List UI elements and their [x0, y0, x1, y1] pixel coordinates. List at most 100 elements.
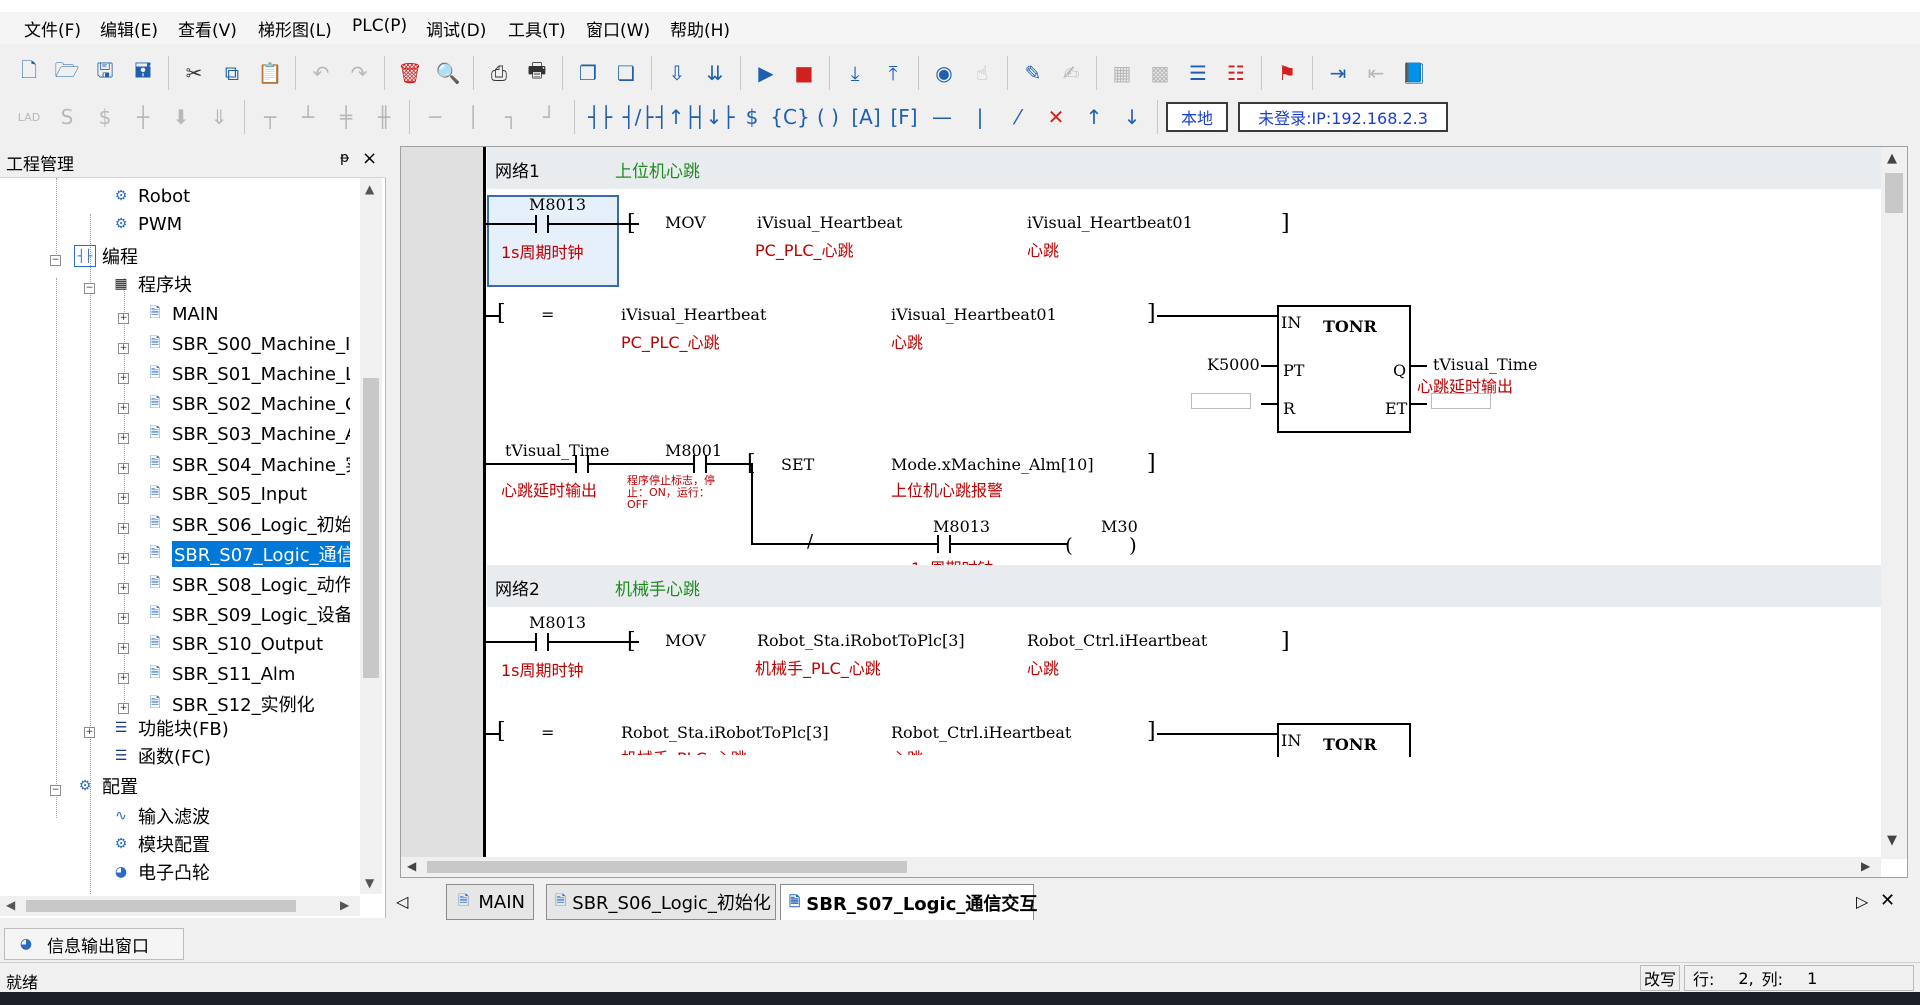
scroll-thumb[interactable] — [26, 900, 296, 912]
script-icon[interactable]: $ — [88, 99, 122, 135]
expand-icon[interactable]: + — [118, 703, 129, 714]
collapse-icon[interactable]: − — [84, 283, 95, 294]
scroll-down-icon[interactable]: ▼ — [365, 876, 374, 890]
menu-tools[interactable]: 工具(T) — [508, 16, 566, 41]
function-a-icon[interactable]: [A] — [849, 99, 883, 135]
tree-item-subroutine[interactable]: 🗎 SBR_S09_Logic_设备I — [144, 600, 350, 628]
arrow-down-icon[interactable]: ⬇ — [164, 99, 198, 135]
operand[interactable]: Robot_Ctrl.iHeartbeat — [1027, 631, 1207, 650]
scroll-thumb[interactable] — [427, 861, 907, 873]
logout-icon[interactable]: ⇤ — [1359, 55, 1393, 91]
grid-alt-icon[interactable]: ▩ — [1143, 55, 1177, 91]
operand[interactable]: Robot_Ctrl.iHeartbeat — [891, 723, 1071, 742]
wire-diag-icon[interactable]: ⁄ — [1001, 99, 1035, 135]
login-status-button[interactable]: 未登录:IP:192.168.2.3 — [1238, 102, 1448, 132]
scroll-thumb[interactable] — [1885, 173, 1903, 213]
hline-icon[interactable]: ─ — [418, 99, 452, 135]
tab-main[interactable]: 🗎 MAIN — [446, 884, 534, 920]
timer-block[interactable]: IN TONR PT Q R ET — [1277, 305, 1411, 433]
expand-icon[interactable]: + — [118, 343, 129, 354]
tree-item-subroutine[interactable]: 🗎 SBR_S01_Machine_Lo — [144, 360, 350, 388]
cross-icon[interactable]: ┼ — [126, 99, 160, 135]
expand-icon[interactable]: + — [118, 493, 129, 504]
tree-item-subroutine[interactable]: 🗎 SBR_S06_Logic_初始化 — [144, 510, 350, 538]
compare-icon[interactable]: {C} — [770, 99, 809, 135]
collapse-icon[interactable]: − — [50, 255, 61, 266]
collapse-icon[interactable]: − — [50, 785, 61, 796]
run-icon[interactable]: ▶ — [749, 55, 783, 91]
copy-icon[interactable]: ⧉ — [215, 55, 249, 91]
r-input-field[interactable] — [1191, 393, 1251, 409]
paste-icon[interactable]: 📋 — [253, 55, 287, 91]
contact-rise-icon[interactable]: ┤↑├ — [656, 99, 697, 135]
operand[interactable]: Mode.xMachine_Alm[10] — [891, 455, 1094, 474]
search-icon[interactable]: 🔍 — [431, 55, 465, 91]
network-header[interactable]: 网络2 机械手心跳 — [487, 565, 1881, 607]
function-f-icon[interactable]: [F] — [887, 99, 921, 135]
expand-icon[interactable]: + — [118, 643, 129, 654]
tree-item-subroutine[interactable]: 🗎 SBR_S11_Alm — [144, 660, 295, 688]
operand[interactable]: Robot_Sta.iRobotToPlc[3] — [621, 723, 829, 742]
tab-sbr-s06[interactable]: 🗎 SBR_S06_Logic_初始化 — [546, 884, 776, 920]
menu-ladder[interactable]: 梯形图(L) — [258, 16, 332, 41]
redo-icon[interactable]: ↷ — [342, 55, 376, 91]
scroll-left-icon[interactable]: ◀ — [6, 898, 15, 912]
expand-icon[interactable]: + — [118, 553, 129, 564]
tree-item-module-config[interactable]: ⚙ 模块配置 — [110, 830, 210, 858]
tree-item-program-blocks[interactable]: ▦ 程序块 — [110, 270, 192, 298]
expand-icon[interactable]: + — [118, 613, 129, 624]
editor-vscrollbar[interactable]: ▲ ▼ — [1881, 147, 1907, 859]
window-cascade-icon[interactable]: ❐ — [571, 55, 605, 91]
expand-icon[interactable]: + — [118, 433, 129, 444]
save-all-icon[interactable]: 🖬 — [126, 55, 160, 91]
tree-item-subroutine[interactable]: 🗎 SBR_S05_Input — [144, 480, 307, 508]
operand[interactable]: iVisual_Heartbeat01 — [891, 305, 1057, 324]
download-icon[interactable]: ⤓ — [838, 55, 872, 91]
scroll-right-icon[interactable]: ▶ — [340, 898, 349, 912]
contact-s-icon[interactable]: $ — [735, 99, 769, 135]
tab-sbr-s07[interactable]: 🗎 SBR_S07_Logic_通信交互 — [780, 884, 1037, 920]
menu-debug[interactable]: 调试(D) — [426, 16, 486, 41]
tree-item-cam[interactable]: ◕ 电子凸轮 — [110, 858, 210, 886]
move-down-icon[interactable]: ↓ — [1115, 99, 1149, 135]
tab-scroll-right-icon[interactable]: ▷ — [1856, 892, 1868, 911]
tree-item-functions[interactable]: ☰ 函数(FC) — [110, 742, 211, 770]
tree-item-pwm[interactable]: ⚙ PWM — [110, 210, 182, 238]
force-icon[interactable]: ☝ — [965, 55, 999, 91]
wire-h-icon[interactable]: — — [925, 99, 959, 135]
pin-icon[interactable]: ᵽ — [340, 150, 349, 166]
operand[interactable]: tVisual_Time — [1433, 355, 1537, 374]
upload-icon[interactable]: ⤒ — [876, 55, 910, 91]
tree-item-subroutine[interactable]: 🗎 SBR_S07_Logic_通信交 — [144, 540, 350, 568]
print-icon[interactable]: 🖶 — [520, 55, 554, 91]
menu-window[interactable]: 窗口(W) — [586, 16, 650, 41]
window-tile-icon[interactable]: ❏ — [609, 55, 643, 91]
tab-scroll-left-icon[interactable]: ◁ — [396, 892, 408, 911]
expand-icon[interactable]: + — [118, 463, 129, 474]
branch-2-icon[interactable]: ┴ — [291, 99, 325, 135]
operand[interactable]: iVisual_Heartbeat01 — [1027, 213, 1193, 232]
menu-plc[interactable]: PLC(P) — [352, 16, 407, 36]
write-icon[interactable]: ✍ — [1054, 55, 1088, 91]
et-output-field[interactable] — [1431, 393, 1491, 409]
grid-icon[interactable]: ▦ — [1105, 55, 1139, 91]
open-folder-icon[interactable]: 🗁 — [50, 55, 84, 91]
expand-icon[interactable]: + — [118, 313, 129, 324]
edit-online-icon[interactable]: ✎ — [1016, 55, 1050, 91]
timer-block[interactable]: IN TONR — [1277, 723, 1411, 757]
expand-icon[interactable]: + — [84, 727, 95, 738]
login-icon[interactable]: ⇥ — [1321, 55, 1355, 91]
compile-all-icon[interactable]: ⇊ — [698, 55, 732, 91]
branch-4-icon[interactable]: ╫ — [367, 99, 401, 135]
pt-value[interactable]: K5000 — [1207, 355, 1260, 374]
branch-icon[interactable]: ┬ — [253, 99, 287, 135]
print-preview-icon[interactable]: ⎙ — [482, 55, 516, 91]
tree-item-function-blocks[interactable]: ☰ 功能块(FB) — [110, 714, 229, 742]
insert-row-icon[interactable]: ☰ — [1181, 55, 1215, 91]
tree-item-subroutine[interactable]: 🗎 SBR_S03_Machine_Al — [144, 420, 350, 448]
output-window-tab[interactable]: ◕ 信息输出窗口 — [4, 928, 184, 960]
scroll-up-icon[interactable]: ▲ — [1887, 151, 1897, 166]
vline-icon[interactable]: │ — [456, 99, 490, 135]
tree-hscrollbar[interactable]: ◀ ▶ — [0, 896, 360, 916]
scroll-left-icon[interactable]: ◀ — [407, 859, 416, 873]
